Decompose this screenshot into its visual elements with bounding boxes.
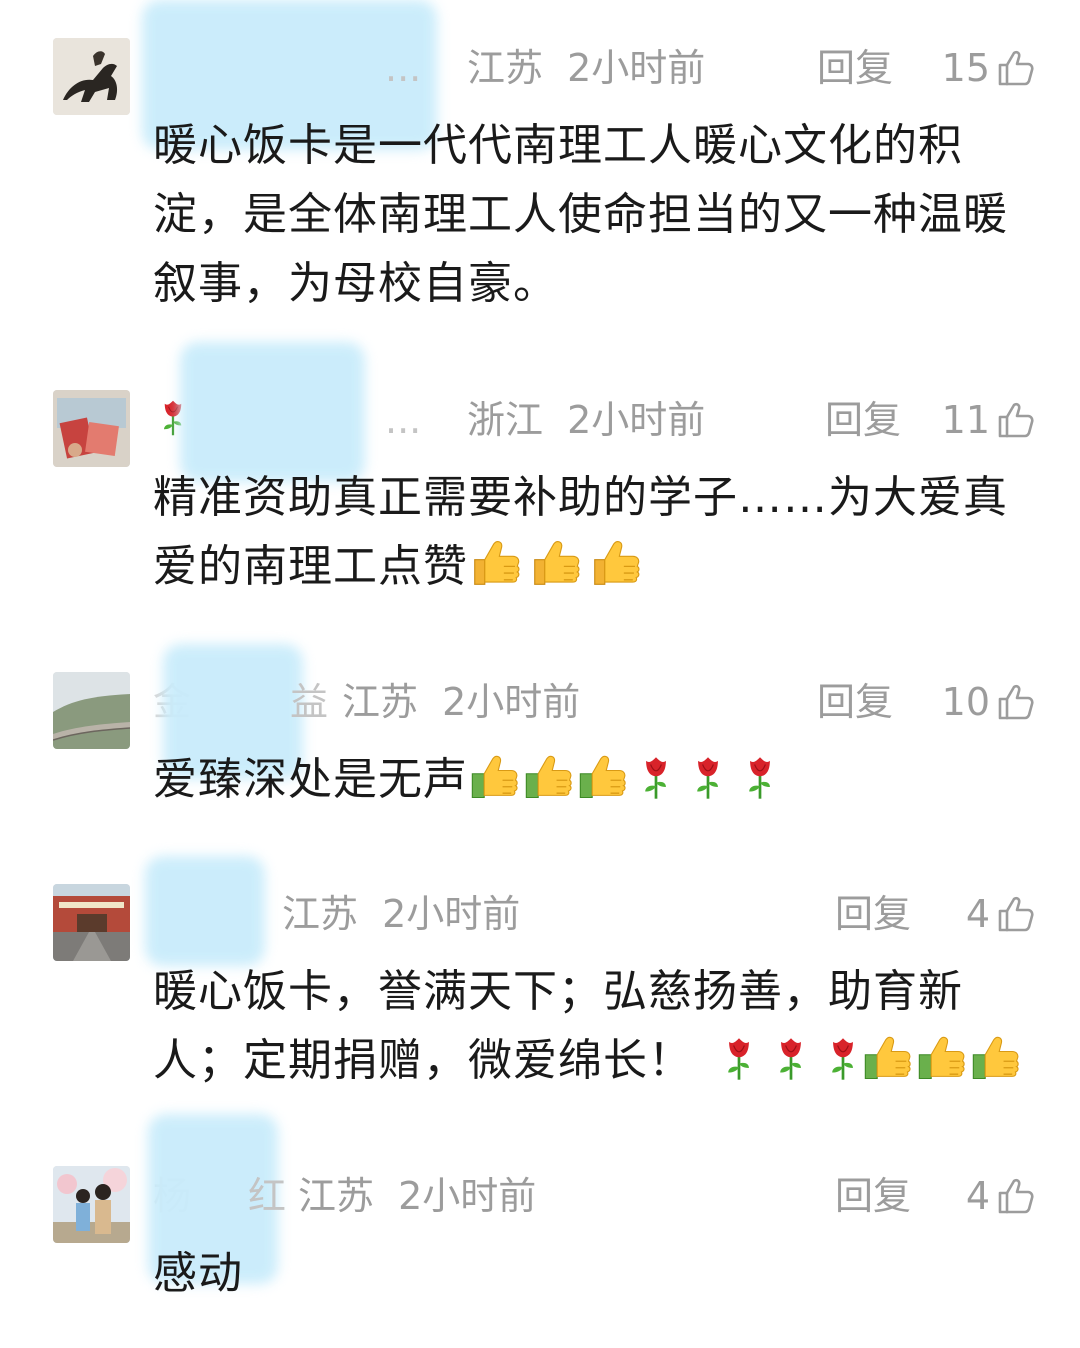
thumbs-up-emoji — [969, 1031, 1023, 1085]
thumbs-up-emoji — [468, 750, 522, 804]
comment-text: 感动 — [153, 1239, 1033, 1308]
comment-text-line: 爱臻深处是无声 — [153, 754, 468, 805]
like-button[interactable]: 10 — [942, 672, 1036, 732]
comment-time: 2小时前 — [567, 46, 706, 90]
comment-text: 暖心饭卡，誉满天下；弘慈扬善，助育新 人；定期捐赠，微爱绵长！ — [153, 957, 1033, 1095]
comment-location: 江苏 — [467, 46, 544, 90]
comment-text-line: 感动 — [153, 1248, 243, 1299]
thumbs-up-outline-icon — [996, 1176, 1036, 1216]
rose-emoji — [690, 752, 726, 804]
reply-button[interactable]: 回复 — [835, 884, 911, 944]
blurred-username[interactable] — [180, 342, 365, 482]
username-fragment: 益 — [290, 680, 329, 724]
reply-button[interactable]: 回复 — [817, 38, 893, 98]
thumbs-up-emoji — [588, 535, 644, 591]
comment-text-line: 淀，是全体南理工人使命担当的又一种温暖 — [153, 189, 1008, 240]
like-count: 4 — [965, 892, 990, 936]
thumbs-up-emoji — [861, 1031, 915, 1085]
like-count: 4 — [965, 1174, 990, 1218]
reply-button[interactable]: 回复 — [835, 1166, 911, 1226]
comment-location: 浙江 — [467, 398, 544, 442]
avatar[interactable] — [53, 1166, 130, 1243]
comment-text-line-with-emoji: 爱的南理工点赞 — [153, 532, 1033, 601]
comment-text-line-with-emoji: 人；定期捐赠，微爱绵长！ — [153, 1026, 1033, 1095]
comment-time: 2小时前 — [398, 1174, 537, 1218]
reply-button[interactable]: 回复 — [825, 390, 901, 450]
username-fragment: 红 — [248, 1174, 287, 1218]
comment-time: 2小时前 — [442, 680, 581, 724]
comment-time: 2小时前 — [567, 398, 706, 442]
comment-text: 爱臻深处是无声 — [153, 745, 1033, 814]
comment-location: 江苏 — [282, 892, 359, 936]
like-button[interactable]: 11 — [942, 390, 1036, 450]
avatar[interactable] — [53, 390, 130, 467]
like-button[interactable]: 4 — [966, 1166, 1036, 1226]
username-fragment: ... — [385, 398, 422, 442]
comment-meta: 江苏 2小时前 — [467, 38, 705, 98]
like-count: 10 — [941, 680, 990, 724]
username-fragment: ... — [385, 46, 422, 90]
thumbs-up-emoji — [522, 750, 576, 804]
comment-text-line: 暖心饭卡，誉满天下；弘慈扬善，助育新 — [153, 966, 963, 1017]
thumbs-up-outline-icon — [996, 894, 1036, 934]
like-count: 15 — [941, 46, 990, 90]
rose-emoji — [742, 752, 778, 804]
thumbs-up-emoji — [576, 750, 630, 804]
comment-meta: 浙江 2小时前 — [467, 390, 705, 450]
rose-emoji — [638, 752, 674, 804]
like-button[interactable]: 15 — [942, 38, 1036, 98]
comment-text-line: 精准资助真正需要补助的学子……为大爱真 — [153, 472, 1008, 523]
comment-text-line: 叙事，为母校自豪。 — [153, 258, 558, 309]
comment-text: 暖心饭卡是一代代南理工人暖心文化的积 淀，是全体南理工人使命担当的又一种温暖 叙… — [153, 111, 1033, 318]
avatar[interactable] — [53, 38, 130, 115]
comment-text-line: 爱的南理工点赞 — [153, 541, 468, 592]
comment-text: 精准资助真正需要补助的学子……为大爱真 爱的南理工点赞 — [153, 463, 1033, 601]
thumbs-up-outline-icon — [996, 48, 1036, 88]
rose-emoji — [721, 1033, 757, 1085]
blurred-username[interactable] — [145, 856, 265, 966]
comment-meta: 江苏 2小时前 — [298, 1166, 536, 1226]
like-button[interactable]: 4 — [966, 884, 1036, 944]
thumbs-up-emoji — [468, 535, 524, 591]
thumbs-up-outline-icon — [996, 682, 1036, 722]
comment-location: 江苏 — [342, 680, 419, 724]
rose-emoji — [773, 1033, 809, 1085]
comment-meta: 江苏 2小时前 — [342, 672, 580, 732]
comment-text-line-with-emoji: 爱臻深处是无声 — [153, 745, 1033, 814]
like-count: 11 — [941, 398, 990, 442]
comment-text-line: 暖心饭卡是一代代南理工人暖心文化的积 — [153, 120, 963, 171]
comment-time: 2小时前 — [382, 892, 521, 936]
thumbs-up-emoji — [915, 1031, 969, 1085]
comment-text-line: 人；定期捐赠，微爱绵长！ — [153, 1035, 693, 1086]
reply-button[interactable]: 回复 — [817, 672, 893, 732]
avatar[interactable] — [53, 884, 130, 961]
thumbs-up-outline-icon — [996, 400, 1036, 440]
comment-meta: 江苏 2小时前 — [282, 884, 520, 944]
avatar[interactable] — [53, 672, 130, 749]
thumbs-up-emoji — [528, 535, 584, 591]
comment-location: 江苏 — [298, 1174, 375, 1218]
rose-emoji — [825, 1033, 861, 1085]
